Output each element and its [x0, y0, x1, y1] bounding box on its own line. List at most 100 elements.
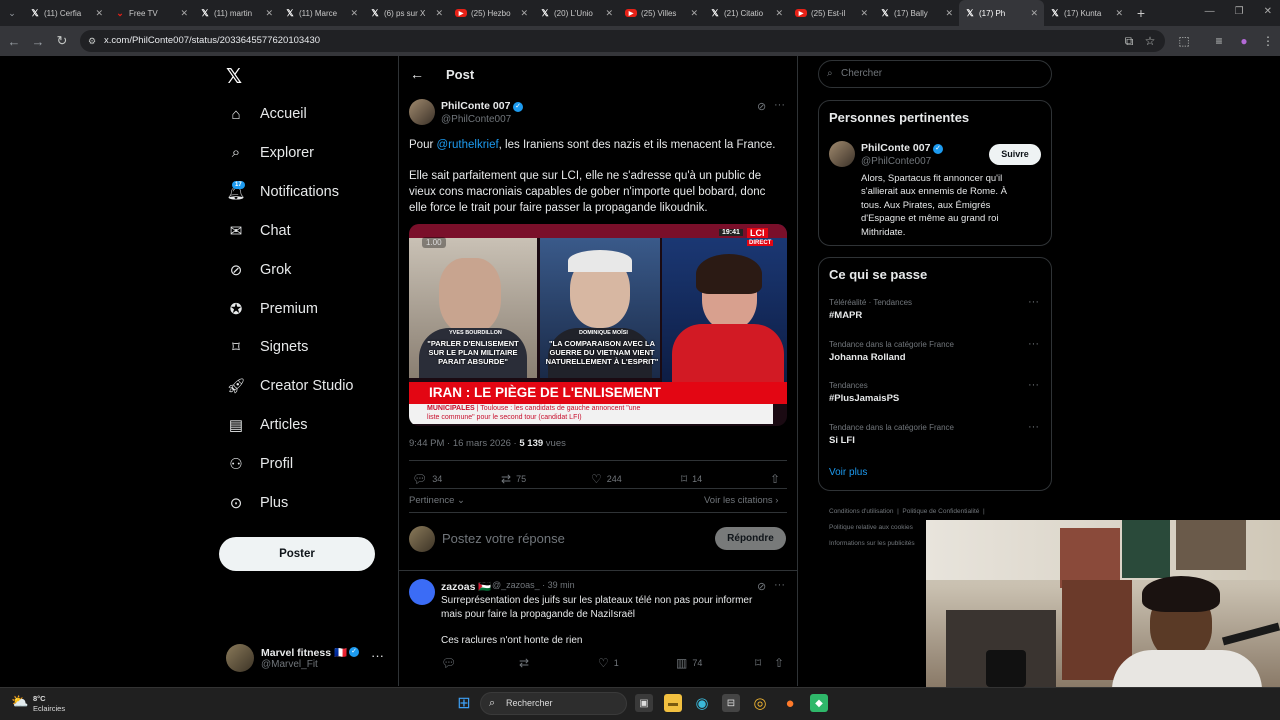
sort-dropdown[interactable]: Pertinence ⌄ [409, 495, 465, 506]
browser-tab[interactable]: 𝕏 (17) Kunta ✕ [1044, 0, 1129, 26]
nav-item-chat[interactable]: ✉ Chat [226, 216, 291, 246]
more-icon[interactable]: ··· [1028, 379, 1039, 391]
close-window-button[interactable]: ✕ [1264, 6, 1272, 17]
footer-link[interactable]: Informations sur les publicités [829, 540, 915, 547]
nav-item-plus[interactable]: ⊙ Plus [226, 488, 289, 518]
maximize-button[interactable]: ❐ [1235, 6, 1244, 17]
browser-tab[interactable]: ▶ (25) Hezbo ✕ [449, 0, 534, 26]
nav-item-premium[interactable]: ✪ Premium [226, 294, 318, 324]
reply-input[interactable]: Postez votre réponse [442, 531, 565, 546]
site-info-icon[interactable]: ⚙ [88, 30, 96, 52]
browser-tab[interactable]: 𝕏 (11) Marce ✕ [279, 0, 364, 26]
extensions-icon[interactable]: ⬚ [1173, 30, 1195, 52]
like-action[interactable]: ♡ 244 [591, 472, 622, 486]
nav-item-creator-studio[interactable]: 🚀︎ Creator Studio [226, 371, 353, 401]
close-tab-icon[interactable]: ✕ [180, 8, 188, 19]
windows-start-icon[interactable]: ⊞ [455, 694, 473, 712]
close-tab-icon[interactable]: ✕ [1115, 8, 1123, 19]
reload-button[interactable]: ↻ [50, 29, 74, 53]
person-name[interactable]: PhilConte 007 [861, 142, 930, 154]
views-action[interactable]: ▥ 74 [676, 656, 702, 670]
browser-tab[interactable]: ▶ (25) Est-il ✕ [789, 0, 874, 26]
author-handle[interactable]: @PhilConte007 [441, 114, 511, 125]
bookmark-star-icon[interactable]: ☆ [1139, 30, 1161, 52]
firefox-icon[interactable]: ● [781, 694, 799, 712]
taskbar-search[interactable]: ⌕ Rechercher [480, 692, 627, 715]
browser-tab[interactable]: ⌄ Free TV ✕ [109, 0, 194, 26]
browser-tab[interactable]: 𝕏 (21) Citatio ✕ [704, 0, 789, 26]
close-tab-icon[interactable]: ✕ [435, 8, 443, 19]
follow-button[interactable]: Suivre [989, 144, 1041, 165]
nav-item-grok[interactable]: ⊘ Grok [226, 255, 292, 285]
repost-action[interactable]: ⇄ 75 [501, 472, 526, 486]
url-field[interactable]: ⚙ x.com/PhilConte007/status/203364557762… [80, 30, 1165, 52]
chrome-icon[interactable]: ◎ [751, 694, 769, 712]
browser-tab[interactable]: 𝕏 (11) Cerfia ✕ [24, 0, 109, 26]
person-handle[interactable]: @PhilConte007 [861, 156, 931, 167]
close-tab-icon[interactable]: ✕ [95, 8, 103, 19]
app-icon[interactable]: ◆ [810, 694, 828, 712]
playback-speed[interactable]: 1.00 [422, 237, 446, 248]
post-button[interactable]: Poster [219, 537, 375, 571]
avatar[interactable] [409, 579, 435, 605]
browser-tab[interactable]: 𝕏 (11) martin ✕ [194, 0, 279, 26]
more-icon[interactable]: ··· [1028, 338, 1039, 350]
grok-icon[interactable]: ⊘ [757, 580, 766, 593]
browser-tab[interactable]: 𝕏 (17) Ph ✕ [959, 0, 1044, 26]
account-switcher[interactable]: Marvel fitness 🇫🇷 ✓ @Marvel_Fit ··· [226, 642, 386, 674]
bookmark-action[interactable]: ⌑ 14 [681, 472, 702, 486]
close-tab-icon[interactable]: ✕ [265, 8, 273, 19]
nav-item-accueil[interactable]: ⌂ Accueil [226, 99, 306, 129]
x-logo-icon[interactable]: 𝕏 [226, 64, 242, 88]
search-input[interactable]: ⌕ Chercher [818, 60, 1052, 88]
bookmark-action[interactable]: ⌑ [755, 656, 761, 670]
more-icon[interactable]: ··· [371, 648, 384, 663]
minimize-button[interactable]: — [1205, 6, 1215, 17]
nav-item-signets[interactable]: ⌑ Signets [226, 332, 308, 362]
browser-tab[interactable]: 𝕏 (20) L'Unio ✕ [534, 0, 619, 26]
reply-button[interactable]: Répondre [715, 527, 786, 550]
browser-tab[interactable]: 𝕏 (6) ps sur X ✕ [364, 0, 449, 26]
install-app-icon[interactable]: ⧉ [1118, 30, 1140, 52]
close-tab-icon[interactable]: ✕ [520, 8, 528, 19]
share-action[interactable]: ⇧ [770, 472, 780, 486]
nav-item-profil[interactable]: ⚇ Profil [226, 449, 293, 479]
close-tab-icon[interactable]: ✕ [775, 8, 783, 19]
back-arrow-icon[interactable]: ← [410, 66, 424, 82]
profile-icon[interactable]: ● [1233, 30, 1255, 52]
footer-link[interactable]: Politique de Confidentialité [902, 508, 979, 515]
reply-action[interactable]: 💬︎ 34 [412, 472, 442, 486]
browser-tab[interactable]: 𝕏 (17) Bally ✕ [874, 0, 959, 26]
back-button[interactable]: ← [2, 29, 26, 53]
mention-link[interactable]: @ruthelkrief [437, 139, 499, 151]
weather-temp[interactable]: 8°C [33, 694, 46, 703]
close-tab-icon[interactable]: ✕ [605, 8, 613, 19]
author-name[interactable]: PhilConte 007 [441, 100, 510, 112]
weather-condition[interactable]: Eclaircies [33, 704, 65, 713]
nav-item-articles[interactable]: ▤ Articles [226, 410, 308, 440]
more-icon[interactable]: ··· [1028, 296, 1039, 308]
file-explorer-icon[interactable]: ▬ [664, 694, 682, 712]
repost-action[interactable]: ⇄ [519, 656, 529, 670]
tab-list-button[interactable]: ⌄ [0, 1, 24, 25]
avatar[interactable] [829, 141, 855, 167]
task-view-icon[interactable]: ▣ [635, 694, 653, 712]
see-more-link[interactable]: Voir plus [829, 467, 867, 478]
avatar[interactable] [409, 99, 435, 125]
chrome-menu-icon[interactable]: ⋮ [1257, 30, 1279, 52]
footer-link[interactable]: Politique relative aux cookies [829, 524, 913, 531]
more-icon[interactable]: ··· [774, 99, 785, 111]
footer-link[interactable]: Conditions d'utilisation [829, 508, 893, 515]
reply-action[interactable]: 💬︎ [441, 656, 456, 670]
like-action[interactable]: ♡ 1 [598, 656, 619, 670]
media-control-icon[interactable]: ≡ [1208, 30, 1230, 52]
close-tab-icon[interactable]: ✕ [860, 8, 868, 19]
share-action[interactable]: ⇧ [774, 656, 784, 670]
grok-icon[interactable]: ⊘ [757, 100, 766, 113]
weather-icon[interactable]: ⛅ [11, 693, 28, 710]
more-icon[interactable]: ··· [1028, 421, 1039, 433]
video-player[interactable]: 1.00 19:41 LCI DIRECT YVES BOURDILLON "P… [409, 224, 787, 426]
store-icon[interactable]: ⊟ [722, 694, 740, 712]
edge-icon[interactable]: ◉ [693, 694, 711, 712]
browser-tab[interactable]: ▶ (25) Villes ✕ [619, 0, 704, 26]
